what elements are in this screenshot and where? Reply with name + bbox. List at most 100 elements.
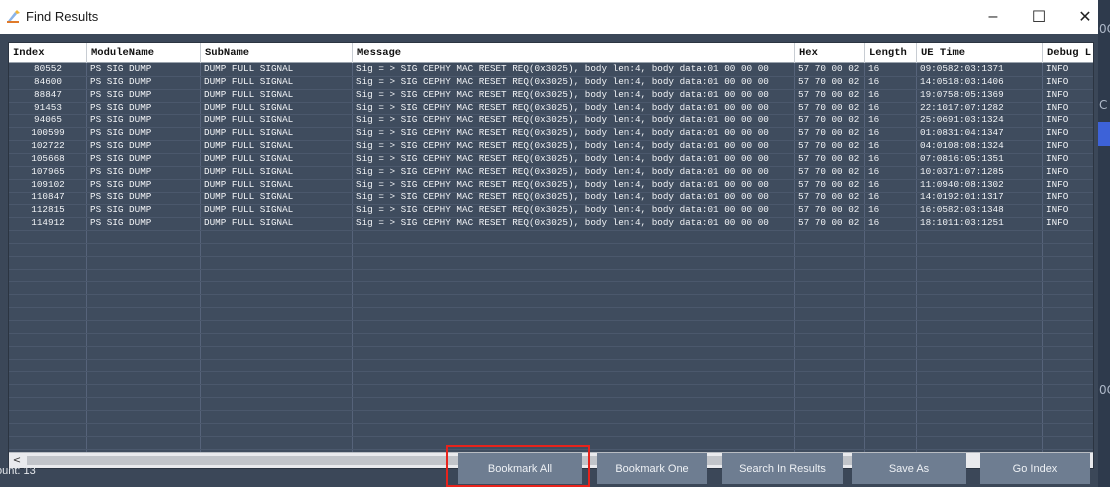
table-row[interactable]: 94065 PS SIG DUMP DUMP FULL SIGNAL Sig = > … [9, 114, 1093, 127]
module-name-cell: PS SIG DUMP [90, 101, 152, 113]
debug-level-cell: INFO [1046, 217, 1069, 229]
module-name-cell: PS SIG DUMP [90, 152, 152, 164]
table-row[interactable]: 112815 PS SIG DUMP DUMP FULL SIGNAL Sig = >… [9, 204, 1093, 217]
sub-name-cell: DUMP FULL SIGNAL [204, 165, 294, 177]
hex-cell: 57 70 00 02 [798, 178, 860, 190]
hex-cell: 57 70 00 02 [798, 101, 860, 113]
index-cell: 94065 [34, 114, 62, 126]
col-message-header[interactable]: Message [353, 43, 795, 63]
row-divider [9, 230, 1093, 232]
sub-name-cell: DUMP FULL SIGNAL [204, 191, 294, 203]
sub-name-cell: DUMP FULL SIGNAL [204, 178, 294, 190]
module-name-cell: PS SIG DUMP [90, 178, 152, 190]
table-row[interactable]: 88847 PS SIG DUMP DUMP FULL SIGNAL Sig = > … [9, 88, 1093, 102]
row-divider [9, 320, 1093, 321]
module-name-cell: PS SIG DUMP [90, 204, 152, 216]
hex-cell: 57 70 00 02 [798, 88, 860, 100]
save-as-button[interactable]: Save As [852, 453, 966, 484]
sub-name-cell: DUMP FULL SIGNAL [204, 75, 294, 87]
index-cell: 100599 [31, 127, 65, 139]
row-divider [9, 255, 1093, 257]
message-cell: Sig = > SIG CEPHY MAC RESET REQ(0x3025),… [356, 165, 769, 177]
length-cell: 16 [868, 140, 880, 152]
table-row[interactable]: 102722 PS SIG DUMP DUMP FULL SIGNAL Sig = >… [9, 140, 1093, 153]
col-sub-name-header[interactable]: SubName [201, 43, 353, 63]
table-row[interactable]: 114912 PS SIG DUMP DUMP FULL SIGNAL Sig = >… [9, 217, 1093, 230]
row-divider [9, 281, 1093, 283]
module-name-cell: PS SIG DUMP [90, 88, 152, 100]
debug-level-cell: INFO [1046, 75, 1069, 87]
sub-name-cell: DUMP FULL SIGNAL [204, 204, 294, 216]
module-name-cell: PS SIG DUMP [90, 114, 152, 126]
table-row[interactable]: 107965 PS SIG DUMP DUMP FULL SIGNAL Sig = >… [9, 165, 1093, 179]
hex-cell: 57 70 00 02 [798, 75, 860, 87]
row-divider [9, 242, 1093, 244]
message-cell: Sig = > SIG CEPHY MAC RESET REQ(0x3025),… [356, 140, 769, 152]
col-module-name-header[interactable]: ModuleName [87, 43, 201, 63]
module-name-cell: PS SIG DUMP [90, 140, 152, 152]
message-cell: Sig = > SIG CEPHY MAC RESET REQ(0x3025),… [356, 88, 769, 100]
hex-cell: 57 70 00 02 [798, 165, 860, 177]
table-row[interactable]: 105668 PS SIG DUMP DUMP FULL SIGNAL Sig = >… [9, 152, 1093, 166]
module-name-cell: PS SIG DUMP [90, 127, 152, 139]
results-table[interactable]: Index ModuleName SubName Message Hex Length UE… [8, 42, 1094, 469]
sub-name-cell: DUMP FULL SIGNAL [204, 217, 294, 229]
table-row[interactable]: 110847 PS SIG DUMP DUMP FULL SIGNAL Sig = >… [9, 191, 1093, 204]
result-count: ount: 13 [0, 465, 36, 477]
col-index-header[interactable]: Index [9, 43, 87, 63]
row-divider [9, 358, 1093, 360]
bookmark-one-button[interactable]: Bookmark One [597, 453, 707, 484]
table-row[interactable]: 100599 PS SIG DUMP DUMP FULL SIGNAL Sig = >… [9, 127, 1093, 140]
row-divider [9, 294, 1093, 296]
index-cell: 80552 [34, 63, 62, 74]
debug-level-cell: INFO [1046, 191, 1069, 203]
row-divider [9, 448, 1093, 450]
module-name-cell: PS SIG DUMP [90, 217, 152, 229]
ue-time-cell: 18:1011:03:1251 [920, 217, 1004, 229]
row-divider [9, 409, 1093, 411]
hex-cell: 57 70 00 02 [798, 217, 860, 229]
ue-time-cell: 14:0518:03:1406 [920, 75, 1004, 87]
message-cell: Sig = > SIG CEPHY MAC RESET REQ(0x3025),… [356, 101, 769, 113]
index-cell: 114912 [31, 217, 65, 229]
col-hex-header[interactable]: Hex [795, 43, 865, 63]
length-cell: 16 [868, 114, 880, 126]
message-cell: Sig = > SIG CEPHY MAC RESET REQ(0x3025),… [356, 178, 769, 190]
length-cell: 16 [868, 127, 880, 139]
background-window-edge: 0C C 0C [1098, 0, 1110, 487]
length-cell: 16 [868, 101, 880, 113]
message-cell: Sig = > SIG CEPHY MAC RESET REQ(0x3025),… [356, 127, 769, 139]
row-divider [9, 345, 1093, 347]
col-length-header[interactable]: Length [865, 43, 917, 63]
length-cell: 16 [868, 88, 880, 100]
row-divider [9, 307, 1093, 309]
message-cell: Sig = > SIG CEPHY MAC RESET REQ(0x3025),… [356, 217, 769, 229]
table-body[interactable]: 80552 PS SIG DUMP DUMP FULL SIGNAL Sig = > … [9, 63, 1093, 230]
debug-level-cell: INFO [1046, 63, 1069, 74]
ue-time-cell: 14:0192:01:1317 [920, 191, 1004, 203]
table-row[interactable]: 91453 PS SIG DUMP DUMP FULL SIGNAL Sig = > … [9, 101, 1093, 115]
maximize-button[interactable]: ☐ [1016, 0, 1062, 34]
module-name-cell: PS SIG DUMP [90, 63, 152, 74]
table-row[interactable]: 80552 PS SIG DUMP DUMP FULL SIGNAL Sig = > … [9, 63, 1093, 76]
bookmark-all-button[interactable]: Bookmark All [458, 453, 582, 484]
debug-level-cell: INFO [1046, 114, 1069, 126]
hex-cell: 57 70 00 02 [798, 191, 860, 203]
sub-name-cell: DUMP FULL SIGNAL [204, 88, 294, 100]
length-cell: 16 [868, 63, 880, 74]
hex-cell: 57 70 00 02 [798, 204, 860, 216]
sub-name-cell: DUMP FULL SIGNAL [204, 114, 294, 126]
minimize-button[interactable]: – [970, 0, 1016, 34]
search-results-icon [7, 10, 20, 23]
ue-time-cell: 16:0582:03:1348 [920, 204, 1004, 216]
table-row[interactable]: 109102 PS SIG DUMP DUMP FULL SIGNAL Sig = >… [9, 178, 1093, 192]
results-panel: Index ModuleName SubName Message Hex Length UE… [0, 34, 1098, 487]
search-in-results-button[interactable]: Search In Results [722, 453, 843, 484]
row-divider [9, 435, 1093, 437]
module-name-cell: PS SIG DUMP [90, 191, 152, 203]
go-index-button[interactable]: Go Index [980, 453, 1090, 484]
ue-time-cell: 10:0371:07:1285 [920, 165, 1004, 177]
col-ue-time-header[interactable]: UE Time [917, 43, 1043, 63]
table-row[interactable]: 84600 PS SIG DUMP DUMP FULL SIGNAL Sig = > … [9, 75, 1093, 89]
col-debug-level-header[interactable]: Debug L [1043, 43, 1093, 63]
